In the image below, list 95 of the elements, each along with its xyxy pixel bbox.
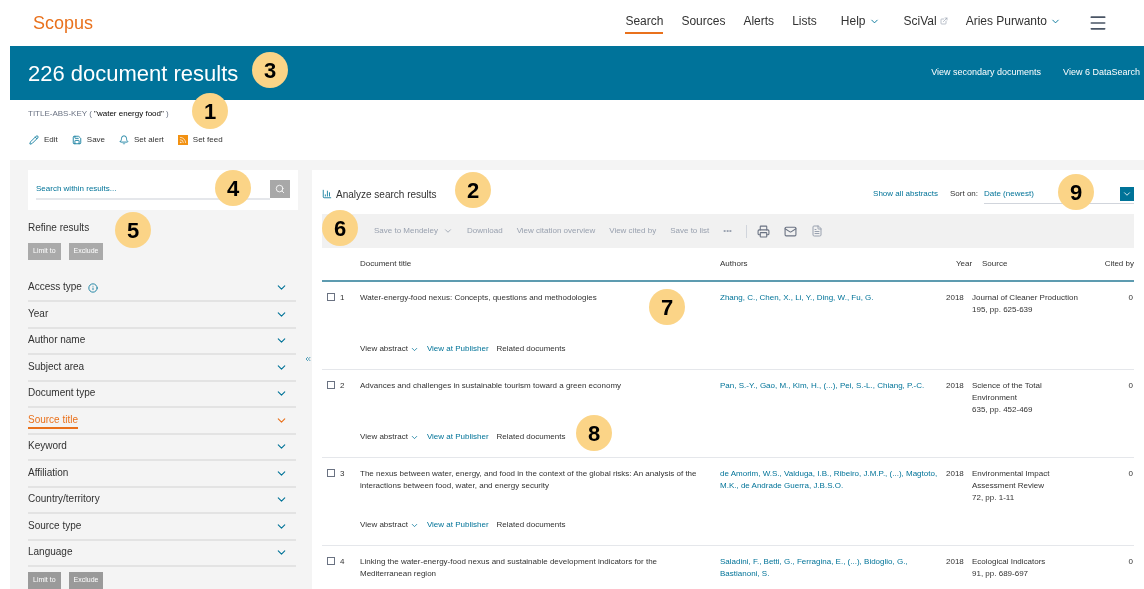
info-icon: [87, 282, 98, 293]
source-cell-text: Journal of Cleaner Production 195, pp. 625-639: [972, 292, 1079, 316]
authors-cell-text: de Amorim, W.S., Valduga, I.B., Ribeiro, J.M.P., (...), Magtoto, M.K., de Andrade Guerra, J.B.S.O.: [720, 468, 939, 492]
cited-by-cell-text: 0: [1128, 292, 1133, 304]
row-link[interactable]: Related documents: [496, 519, 566, 531]
facet-row[interactable]: Author name: [28, 328, 296, 355]
query-action-link[interactable]: Edit: [28, 134, 59, 146]
document-title[interactable]: The nexus between water, energy, and food in the context of the global risks: An analysis of the interactions between food, water, and energy security: [360, 468, 710, 492]
collapse-icon[interactable]: [304, 355, 312, 363]
nav-link[interactable]: SciVal: [903, 12, 948, 34]
nav-link[interactable]: Help: [840, 12, 880, 34]
authors-cell-text: Pan, S.-Y., Gao, M., Kim, H., (...), Pei, S.-L., Chiang, P.-C.: [720, 380, 926, 392]
row-checkbox[interactable]: [327, 293, 335, 301]
facet-label: Source type: [28, 518, 82, 533]
authors-cell-text: Saladini, F., Betti, G., Ferragina, E., (...), Bidoglio, G., Bastianoni, S.: [720, 556, 909, 580]
year-cell-text: 2018: [946, 292, 965, 304]
search-query: TITLE-ABS-KEY ( "water energy food" ): [28, 108, 169, 120]
row-checkbox[interactable]: [327, 381, 335, 389]
column-header: Year: [956, 258, 974, 270]
facet-label: Document type: [28, 386, 96, 401]
facet-row[interactable]: Keyword: [28, 434, 296, 461]
row-link[interactable]: View at Publisher: [426, 519, 489, 531]
facet-label: Language: [28, 545, 73, 560]
rss-icon: [177, 135, 188, 145]
banner-link[interactable]: View 6 DataSearch: [1063, 66, 1140, 80]
chart-icon: [322, 189, 332, 199]
column-header: Source: [982, 258, 1009, 270]
facet-row[interactable]: Source type: [28, 514, 296, 541]
year-cell-text: 2018: [946, 556, 965, 568]
nav-link[interactable]: Sources: [681, 12, 726, 34]
nav-link[interactable]: Aries Purwanto: [965, 12, 1061, 34]
search-icon: [275, 184, 285, 194]
page-title: 226 document results: [28, 59, 239, 88]
sort-label: Sort on:: [950, 188, 978, 200]
pencil-icon: [29, 135, 39, 145]
nav-link[interactable]: Search: [625, 12, 664, 34]
facet-label: Subject area: [28, 359, 85, 374]
source-cell-text: Ecological Indicators 91, pp. 689-697: [972, 556, 1047, 580]
row-checkbox[interactable]: [327, 557, 335, 565]
cited-by-cell-text: 0: [1128, 380, 1133, 392]
row-link[interactable]: View at Publisher: [426, 431, 489, 443]
row-link[interactable]: View at Publisher: [426, 343, 489, 355]
facet-label: Access type: [28, 280, 82, 295]
row-link[interactable]: View abstract: [360, 343, 419, 355]
year-cell-text: 2018: [946, 380, 965, 392]
facet-label: Keyword: [28, 439, 67, 454]
facet-row[interactable]: Year: [28, 302, 296, 329]
bell-icon: [119, 135, 130, 145]
row-number: 4: [340, 556, 346, 568]
column-header: Document title: [360, 258, 413, 270]
chevron-icon: [443, 226, 454, 236]
cited-by-cell-text: 0: [1128, 556, 1133, 568]
row-link[interactable]: Related documents: [496, 343, 566, 355]
year-cell-text: 2018: [946, 468, 965, 480]
row-number: 2: [340, 380, 346, 392]
cited-by-cell-text: 0: [1128, 468, 1133, 480]
email-icon[interactable]: [783, 224, 797, 238]
print-icon[interactable]: [756, 224, 770, 238]
show-abstracts-link[interactable]: Show all abstracts: [873, 188, 938, 200]
document-title[interactable]: Linking the water-energy-food nexus and sustainable development indicators for the Mediterranean region: [360, 556, 710, 580]
column-header: Cited by: [1104, 258, 1134, 270]
facet-label: Source title: [28, 411, 79, 429]
source-cell-text: Science of the Total Environment 635, pp. 452-469: [972, 380, 1043, 416]
facet-row[interactable]: Subject area: [28, 355, 296, 382]
refine-title: Refine results: [28, 221, 90, 235]
facet-row[interactable]: Language: [28, 540, 296, 567]
query-action-link[interactable]: Save: [70, 134, 107, 146]
nav-link[interactable]: Alerts: [743, 12, 775, 34]
callout-marker: 1: [192, 93, 228, 129]
facet-label: Year: [28, 306, 49, 321]
row-link[interactable]: View abstract: [360, 519, 419, 531]
row-link[interactable]: Related documents: [496, 431, 566, 443]
banner-link[interactable]: View secondary documents: [931, 66, 1042, 80]
facet-row[interactable]: Access type: [28, 275, 296, 302]
facet-row[interactable]: Document type: [28, 381, 296, 408]
row-checkbox[interactable]: [327, 469, 335, 477]
facet-row[interactable]: Affiliation: [28, 461, 296, 488]
query-action-link[interactable]: Set feed: [176, 134, 224, 146]
analyze-link[interactable]: Analyze search results: [336, 186, 437, 202]
row-number: 3: [340, 468, 346, 480]
document-title[interactable]: Advances and challenges in sustainable tourism toward a green economy: [360, 380, 622, 392]
document-title[interactable]: Water-energy-food nexus: Concepts, questions and methodologies: [360, 292, 597, 304]
facet-label: Country/territory: [28, 492, 100, 507]
column-header: Authors: [720, 258, 749, 270]
source-cell-text: Environmental Impact Assessment Review 72, pp. 1-11: [972, 468, 1051, 504]
nav-link[interactable]: Lists: [792, 12, 817, 34]
save-icon: [71, 135, 82, 145]
row-number: 1: [340, 292, 346, 304]
authors-cell-text: Zhang, C., Chen, X., Li, Y., Ding, W., Fu, G.: [720, 292, 875, 304]
query-action-link[interactable]: Set alert: [118, 134, 165, 146]
facet-label: Affiliation: [28, 465, 69, 480]
external-link-icon: [939, 17, 948, 25]
row-link[interactable]: View abstract: [360, 431, 419, 443]
facet-label: Author name: [28, 333, 86, 348]
facet-row[interactable]: Country/territory: [28, 487, 296, 514]
